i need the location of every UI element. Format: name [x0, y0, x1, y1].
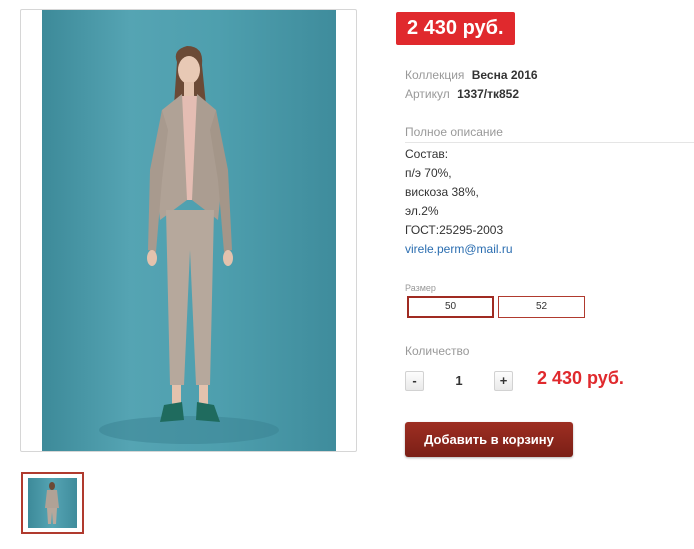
description-line: вискоза 38%,	[405, 185, 479, 199]
total-price: 2 430 руб.	[537, 368, 624, 388]
price-badge: 2 430 руб.	[396, 12, 515, 45]
article-label: Артикул	[405, 87, 450, 101]
quantity-decrease-button[interactable]: -	[405, 371, 424, 391]
size-option-50[interactable]: 50	[407, 296, 494, 318]
description-body: Состав: п/э 70%, вискоза 38%, эл.2% ГОСТ…	[405, 145, 513, 259]
add-to-cart-button[interactable]: Добавить в корзину	[405, 422, 573, 457]
main-photo-frame[interactable]	[20, 9, 357, 452]
thumbnail-image[interactable]	[28, 478, 77, 528]
email-link[interactable]: virele.perm@mail.ru	[405, 242, 513, 256]
description-line: ГОСТ:25295-2003	[405, 223, 504, 237]
description-title: Полное описание	[405, 125, 694, 143]
thumbnail-selected[interactable]	[21, 472, 84, 534]
collection-value: Весна 2016	[471, 68, 538, 82]
description-line: п/э 70%,	[405, 166, 452, 180]
collection-label: Коллекция	[405, 68, 465, 82]
description-line: эл.2%	[405, 204, 439, 218]
article-row: Артикул 1337/тк852	[405, 87, 519, 102]
article-value: 1337/тк852	[457, 87, 520, 101]
product-photo[interactable]	[42, 10, 336, 451]
size-label: Размер	[405, 283, 436, 293]
quantity-increase-button[interactable]: +	[494, 371, 513, 391]
quantity-value[interactable]: 1	[446, 373, 472, 388]
size-option-52[interactable]: 52	[498, 296, 585, 318]
collection-row: Коллекция Весна 2016	[405, 68, 538, 83]
description-line: Состав:	[405, 147, 449, 161]
quantity-label: Количество	[405, 344, 470, 358]
